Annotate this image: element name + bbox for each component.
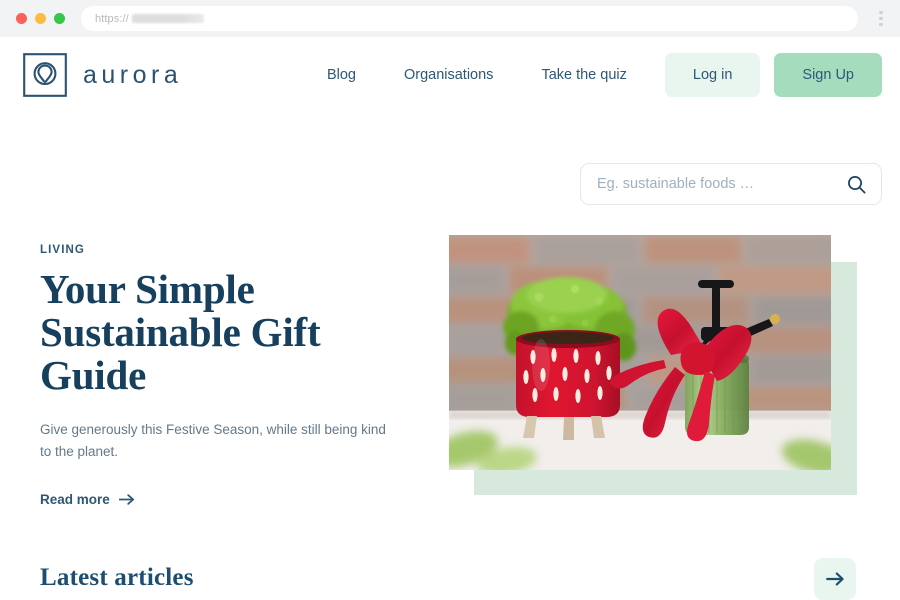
primary-navigation: Blog Organisations Take the quiz Log in … (303, 53, 882, 97)
signup-button[interactable]: Sign Up (774, 53, 882, 97)
login-button[interactable]: Log in (664, 53, 761, 97)
hero-text-block: LIVING Your Simple Sustainable Gift Guid… (40, 244, 412, 509)
search-icon[interactable] (846, 174, 867, 195)
latest-articles-next-button[interactable] (814, 558, 856, 600)
hero-image (449, 235, 831, 470)
arrow-right-icon (825, 571, 845, 587)
read-more-link[interactable]: Read more (40, 492, 135, 507)
url-redacted-block (131, 14, 204, 23)
site-header: aurora Blog Organisations Take the quiz … (0, 37, 900, 112)
url-scheme-text: https:// (95, 12, 129, 25)
window-controls (16, 13, 65, 24)
hero-title: Your Simple Sustainable Gift Guide (40, 266, 321, 398)
nav-link-blog[interactable]: Blog (303, 53, 380, 97)
brand-name: aurora (83, 60, 183, 89)
search-input[interactable] (595, 175, 846, 193)
page-content: aurora Blog Organisations Take the quiz … (0, 37, 900, 600)
minimize-window-button[interactable] (35, 13, 46, 24)
search-bar[interactable] (580, 163, 882, 205)
latest-articles-heading: Latest articles (40, 564, 194, 591)
address-bar[interactable]: https:// (81, 6, 858, 31)
hero-category-kicker: LIVING (40, 244, 85, 256)
nav-link-organisations[interactable]: Organisations (380, 53, 517, 97)
brand-logo-link[interactable]: aurora (23, 53, 182, 97)
maximize-window-button[interactable] (54, 13, 65, 24)
close-window-button[interactable] (16, 13, 27, 24)
kebab-menu-icon[interactable] (872, 8, 890, 30)
hero-subtitle: Give generously this Festive Season, whi… (40, 422, 386, 459)
arrow-right-icon (118, 493, 135, 506)
nav-link-take-the-quiz[interactable]: Take the quiz (517, 53, 650, 97)
browser-chrome: https:// (0, 0, 900, 37)
aurora-pin-logo-icon (23, 53, 67, 97)
read-more-label: Read more (40, 492, 110, 507)
